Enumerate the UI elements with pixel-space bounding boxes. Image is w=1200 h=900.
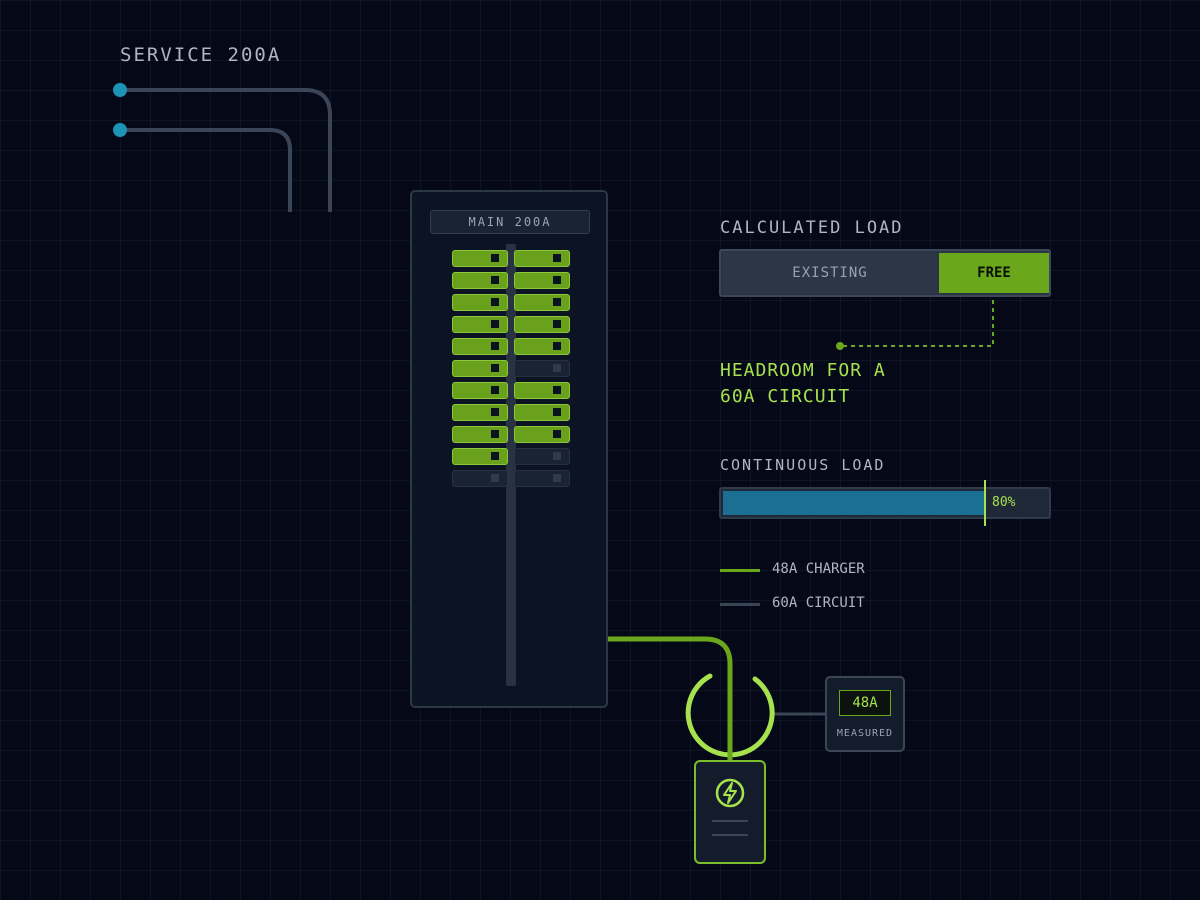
breaker-toggle — [553, 408, 561, 416]
main-breaker-label: MAIN 200A — [430, 210, 590, 234]
breaker-toggle — [491, 364, 499, 372]
legend-label-circuit: 60A CIRCUIT — [772, 595, 865, 611]
breaker-toggle — [491, 386, 499, 394]
breaker-toggle — [553, 474, 561, 482]
breaker-3-right — [514, 294, 570, 311]
calculated-load-bar: EXISTING FREE — [719, 249, 1051, 297]
lightning-bolt-icon — [715, 778, 745, 808]
breaker-3-left — [452, 294, 508, 311]
charger-display-line-1 — [712, 820, 748, 822]
breaker-5-left — [452, 338, 508, 355]
breaker-toggle — [491, 298, 499, 306]
ev-charger — [694, 760, 766, 864]
breaker-4-right — [514, 316, 570, 333]
headroom-line-2: 60A CIRCUIT — [720, 386, 851, 407]
legend-swatch-charger — [720, 569, 760, 572]
meter-reading: 48A — [839, 690, 891, 716]
breaker-toggle — [491, 342, 499, 350]
breaker-toggle — [491, 474, 499, 482]
breaker-toggle — [491, 320, 499, 328]
headroom-note: HEADROOM FOR A 60A CIRCUIT — [720, 358, 1040, 410]
breaker-10-left — [452, 448, 508, 465]
breaker-toggle — [553, 298, 561, 306]
legend-item-circuit: 60A CIRCUIT — [720, 595, 940, 615]
breaker-7-right — [514, 382, 570, 399]
continuous-load-limit-label: 80% — [992, 495, 1016, 510]
continuous-load-limit-marker — [984, 480, 986, 526]
breaker-6-left — [452, 360, 508, 377]
breaker-toggle — [553, 452, 561, 460]
breaker-2-right — [514, 272, 570, 289]
legend-item-charger: 48A CHARGER — [720, 561, 940, 581]
current-meter: 48A MEASURED — [825, 676, 905, 752]
breaker-toggle — [553, 364, 561, 372]
breaker-toggle — [491, 452, 499, 460]
headroom-callout-dot — [836, 342, 844, 350]
breaker-8-right — [514, 404, 570, 421]
breaker-toggle — [491, 276, 499, 284]
continuous-load-bar: 80% — [719, 480, 1051, 526]
breaker-1-right — [514, 250, 570, 267]
meter-label: MEASURED — [836, 728, 894, 739]
breaker-9-left — [452, 426, 508, 443]
service-terminal-2 — [113, 123, 127, 137]
breaker-8-left — [452, 404, 508, 421]
breaker-6-right — [514, 360, 570, 377]
breaker-toggle — [553, 430, 561, 438]
breaker-panel: MAIN 200A — [410, 190, 608, 708]
breaker-toggle — [491, 254, 499, 262]
breaker-9-right — [514, 426, 570, 443]
breaker-toggle — [491, 430, 499, 438]
service-wire-outer — [120, 88, 332, 212]
service-wire-inner — [120, 128, 292, 212]
service-label: SERVICE 200A — [120, 44, 282, 66]
calculated-load-title: CALCULATED LOAD — [720, 218, 904, 238]
free-capacity-segment: FREE — [939, 253, 1049, 293]
legend-label-charger: 48A CHARGER — [772, 561, 865, 577]
breaker-toggle — [553, 320, 561, 328]
breaker-1-left — [452, 250, 508, 267]
breaker-7-left — [452, 382, 508, 399]
breaker-4-left — [452, 316, 508, 333]
breaker-toggle — [553, 386, 561, 394]
charger-display-line-2 — [712, 834, 748, 836]
breaker-10-right — [514, 448, 570, 465]
existing-load-segment: EXISTING — [723, 253, 937, 293]
breaker-11-left — [452, 470, 508, 487]
charger-circuit-wire — [608, 636, 733, 762]
breaker-toggle — [553, 276, 561, 284]
headroom-callout-line — [840, 300, 994, 347]
breaker-toggle — [553, 254, 561, 262]
breaker-toggle — [553, 342, 561, 350]
breaker-2-left — [452, 272, 508, 289]
service-terminal-1 — [113, 83, 127, 97]
continuous-load-title: CONTINUOUS LOAD — [720, 456, 886, 474]
breaker-toggle — [491, 408, 499, 416]
headroom-line-1: HEADROOM FOR A — [720, 360, 886, 381]
breaker-11-right — [514, 470, 570, 487]
breaker-5-right — [514, 338, 570, 355]
continuous-load-fill — [723, 491, 984, 515]
legend-swatch-circuit — [720, 603, 760, 606]
